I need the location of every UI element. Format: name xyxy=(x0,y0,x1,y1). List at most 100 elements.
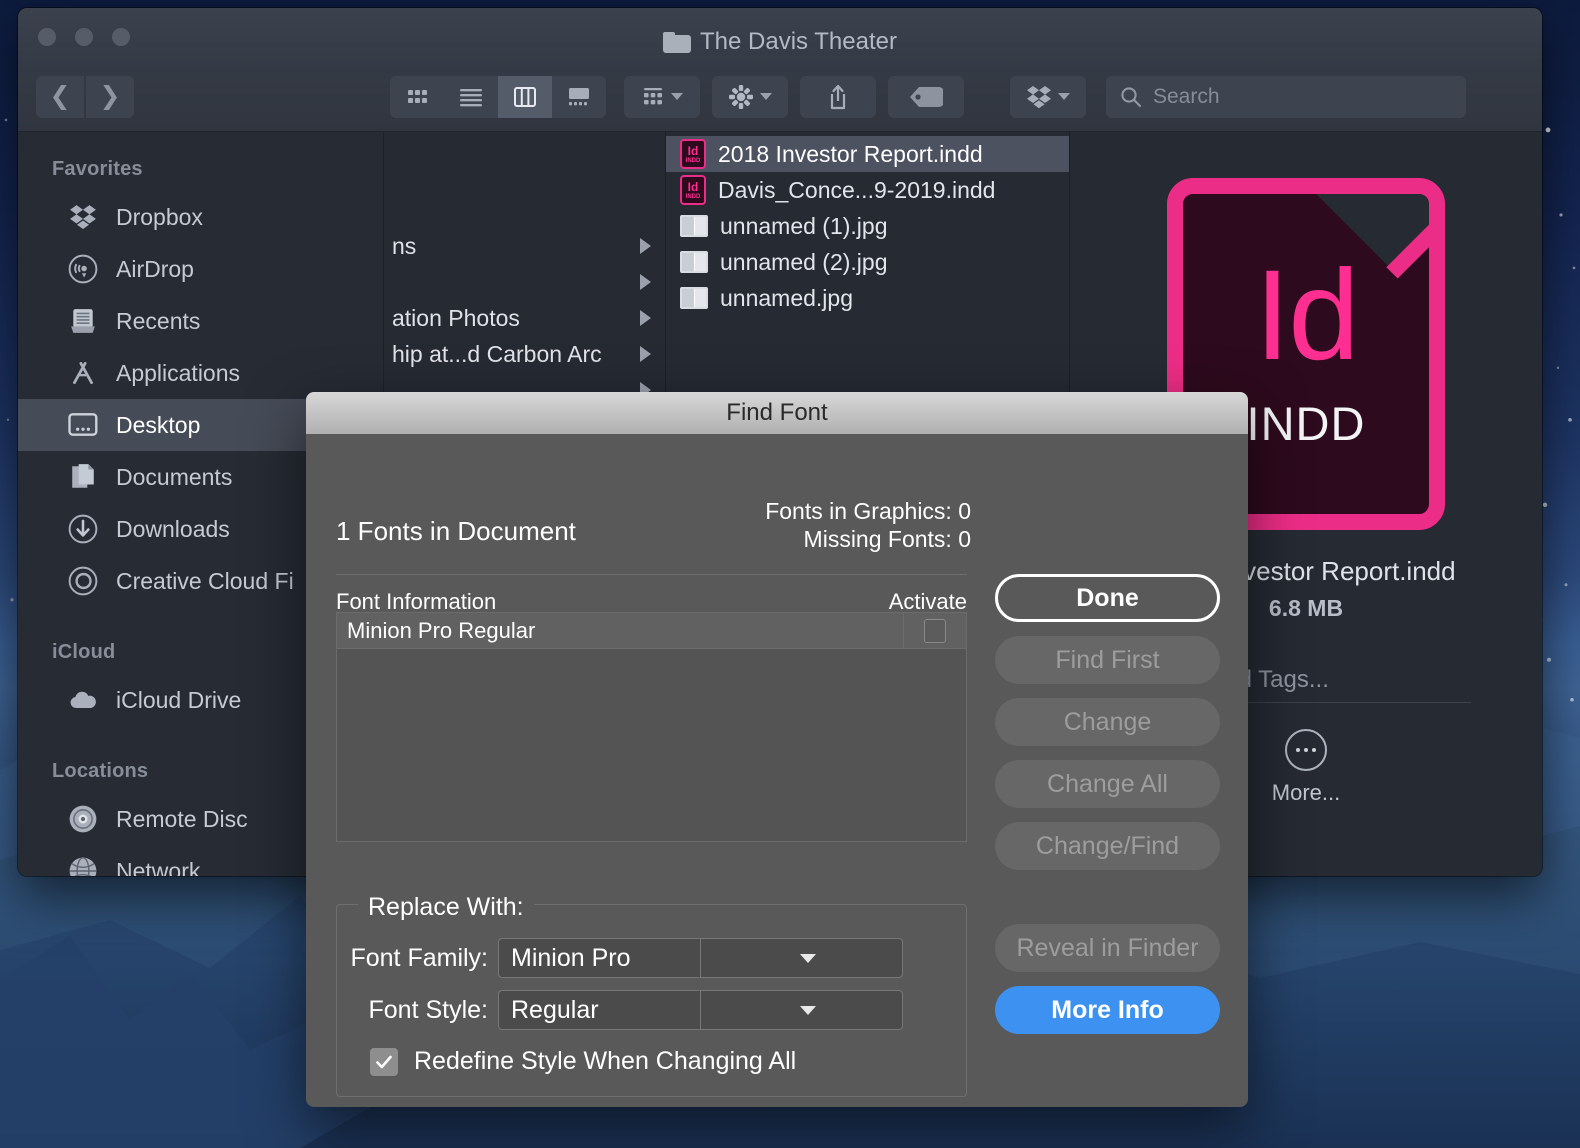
list-view-icon xyxy=(460,88,482,106)
chevron-left-icon: ❮ xyxy=(49,82,71,110)
dialog-body: 1 Fonts in Document Fonts in Graphics: 0… xyxy=(306,434,1248,1107)
search-placeholder: Search xyxy=(1153,84,1220,108)
folder-icon xyxy=(663,31,691,53)
action-button[interactable] xyxy=(712,75,788,118)
font-family-select[interactable]: Minion Pro xyxy=(498,938,903,978)
view-mode-segmented[interactable] xyxy=(390,75,606,118)
sidebar-item-label: Documents xyxy=(116,463,233,490)
nav-buttons[interactable]: ❮ ❯ xyxy=(36,75,134,118)
cloud-icon xyxy=(68,685,98,715)
file-row[interactable]: Id INDD Davis_Conce...9-2019.indd xyxy=(666,172,1069,208)
jpeg-file-icon xyxy=(680,251,708,273)
indesign-extension: INDD xyxy=(1246,397,1366,451)
indesign-file-icon: Id INDD xyxy=(680,139,706,169)
activate-checkbox[interactable] xyxy=(924,618,946,643)
gallery-view-icon xyxy=(569,87,589,105)
ellipsis-circle-icon xyxy=(1285,729,1327,771)
airdrop-icon xyxy=(68,254,98,284)
search-field[interactable]: Search xyxy=(1106,75,1466,118)
fonts-in-document-label: 1 Fonts in Document xyxy=(336,516,576,546)
sidebar-item-label: AirDrop xyxy=(116,255,194,282)
font-style-value: Regular xyxy=(511,995,599,1024)
font-list[interactable]: Minion Pro Regular xyxy=(336,612,967,842)
file-row[interactable]: unnamed (2).jpg xyxy=(666,244,1069,280)
list-view-button[interactable] xyxy=(444,76,498,118)
sidebar-item-label: Downloads xyxy=(116,515,230,542)
font-family-value: Minion Pro xyxy=(511,943,631,972)
tags-button[interactable] xyxy=(888,75,964,118)
indesign-file-icon: Id INDD xyxy=(680,175,706,205)
chevron-down-icon[interactable] xyxy=(700,939,902,977)
column-row[interactable]: hip at...d Carbon Arc xyxy=(384,336,665,372)
dropbox-button[interactable] xyxy=(1010,75,1086,118)
sidebar-item-label: Recents xyxy=(116,307,201,334)
font-style-select[interactable]: Regular xyxy=(498,990,903,1030)
preview-more-button[interactable]: More... xyxy=(1272,729,1340,806)
change-button[interactable]: Change xyxy=(995,698,1220,746)
checkmark-icon xyxy=(376,1055,392,1068)
dropbox-icon xyxy=(1027,85,1051,108)
jpeg-file-icon xyxy=(680,215,708,237)
missing-fonts-label: Missing Fonts: 0 xyxy=(803,526,971,552)
font-style-label: Font Style: xyxy=(368,995,489,1024)
file-name: unnamed.jpg xyxy=(720,284,853,311)
chevron-down-icon xyxy=(1058,93,1070,100)
activate-cell[interactable] xyxy=(903,613,966,648)
finder-titlebar: The Davis Theater xyxy=(18,8,1542,62)
sidebar-item-dropbox[interactable]: Dropbox xyxy=(18,191,383,243)
creative-cloud-icon xyxy=(68,566,98,596)
sidebar-item-label: Desktop xyxy=(116,411,201,438)
file-name: 2018 Investor Report.indd xyxy=(718,140,983,167)
find-font-dialog: Find Font 1 Fonts in Document Fonts in G… xyxy=(306,392,1248,1107)
chevron-down-icon xyxy=(760,93,772,100)
reveal-in-finder-button[interactable]: Reveal in Finder xyxy=(995,924,1220,972)
gear-icon xyxy=(729,84,753,109)
column-row-label: hip at...d Carbon Arc xyxy=(392,340,602,367)
icon-view-button[interactable] xyxy=(390,76,444,118)
back-button[interactable]: ❮ xyxy=(36,75,84,118)
column-view-icon xyxy=(514,86,536,107)
chevron-right-icon xyxy=(640,238,651,254)
share-icon xyxy=(830,84,846,109)
file-row[interactable]: unnamed.jpg xyxy=(666,280,1069,316)
chevron-down-icon[interactable] xyxy=(700,991,902,1029)
column-view-button[interactable] xyxy=(498,75,552,118)
redefine-style-checkbox[interactable] xyxy=(370,1047,398,1076)
font-style-row: Font Style: Regular xyxy=(336,990,903,1030)
column-row[interactable]: ns xyxy=(384,228,665,264)
change-all-button[interactable]: Change All xyxy=(995,760,1220,808)
recents-icon xyxy=(68,306,98,336)
dialog-button-column: Done Find First Change Change All Change… xyxy=(995,574,1220,1048)
file-row[interactable]: Id INDD 2018 Investor Report.indd xyxy=(666,136,1069,172)
chevron-right-icon xyxy=(640,274,651,290)
font-name: Minion Pro Regular xyxy=(347,617,536,643)
search-icon xyxy=(1121,86,1142,107)
dropbox-icon xyxy=(68,202,98,232)
share-button[interactable] xyxy=(800,75,876,118)
chevron-right-icon xyxy=(640,346,651,362)
find-first-button[interactable]: Find First xyxy=(995,636,1220,684)
more-info-button[interactable]: More Info xyxy=(995,986,1220,1034)
finder-toolbar: ❮ ❯ Search xyxy=(18,62,1542,132)
column-row[interactable] xyxy=(384,264,665,300)
file-row[interactable]: unnamed (1).jpg xyxy=(666,208,1069,244)
done-button[interactable]: Done xyxy=(995,574,1220,622)
forward-button[interactable]: ❯ xyxy=(86,75,134,118)
grid-view-icon xyxy=(408,89,427,103)
arrange-button[interactable] xyxy=(624,75,700,118)
file-name: Davis_Conce...9-2019.indd xyxy=(718,176,996,203)
font-list-row[interactable]: Minion Pro Regular xyxy=(337,613,966,649)
globe-icon xyxy=(68,856,98,876)
font-family-row: Font Family: Minion Pro xyxy=(336,938,903,978)
chevron-right-icon: ❯ xyxy=(99,82,121,110)
font-family-label: Font Family: xyxy=(350,943,488,972)
column-row[interactable]: ation Photos xyxy=(384,300,665,336)
sidebar-item-airdrop[interactable]: AirDrop xyxy=(18,243,383,295)
sidebar-item-recents[interactable]: Recents xyxy=(18,295,383,347)
gallery-view-button[interactable] xyxy=(552,76,606,118)
redefine-style-row[interactable]: Redefine Style When Changing All xyxy=(370,1047,796,1076)
column-row-label: ns xyxy=(392,232,417,259)
change-find-button[interactable]: Change/Find xyxy=(995,822,1220,870)
sidebar-item-label: Remote Disc xyxy=(116,805,248,832)
arrange-icon xyxy=(644,87,662,104)
